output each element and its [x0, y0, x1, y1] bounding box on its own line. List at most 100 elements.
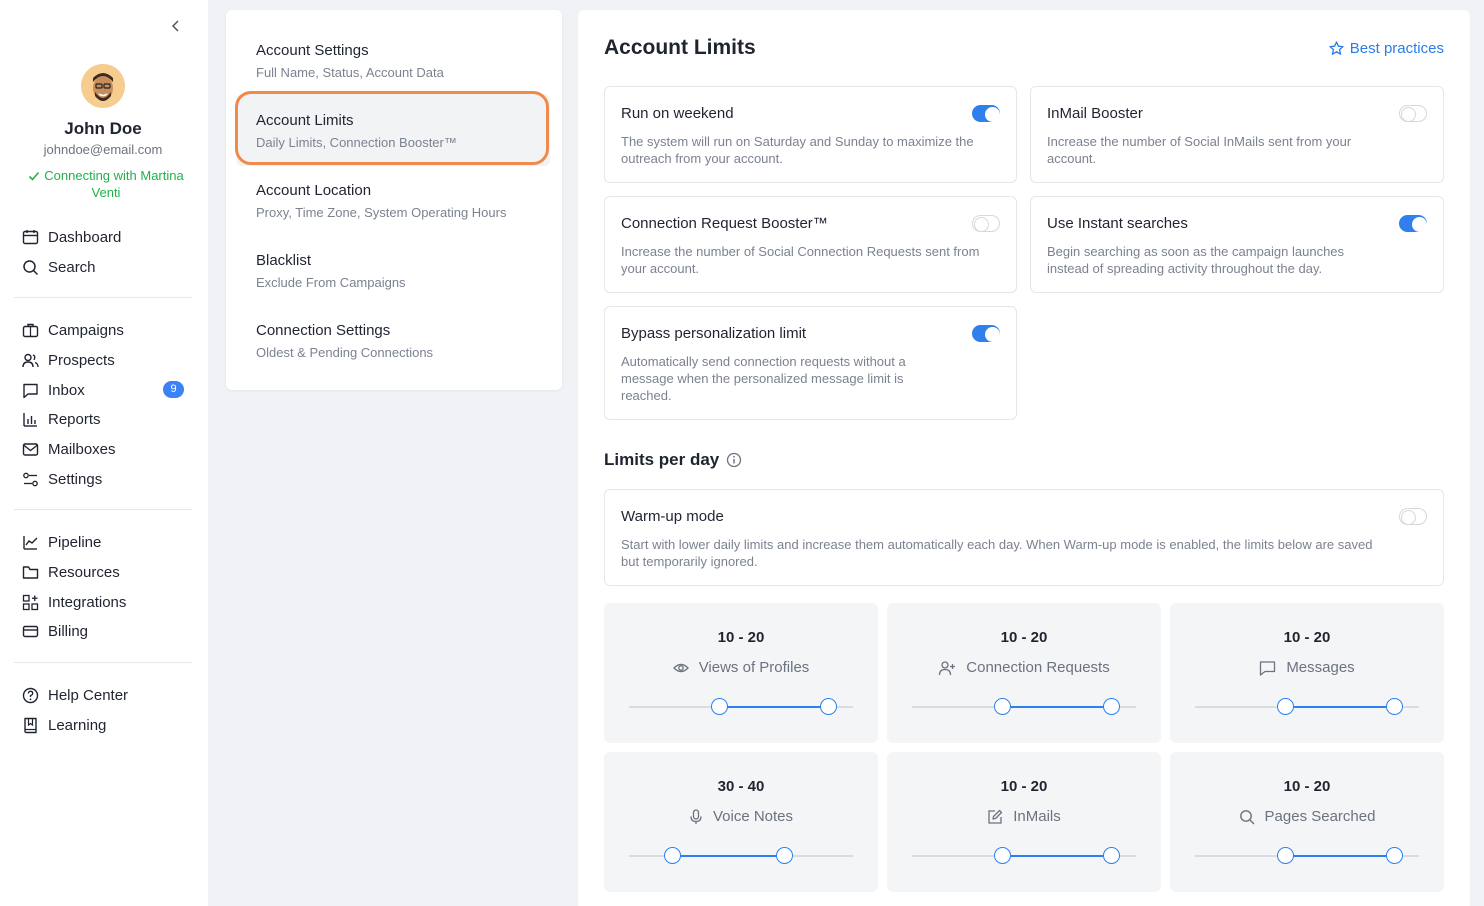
limit-label: Voice Notes — [604, 808, 878, 825]
range-slider-track[interactable] — [912, 847, 1136, 864]
account-limits-panel: Account Limits Best practices Run on wee… — [578, 10, 1470, 906]
info-icon[interactable] — [726, 452, 742, 468]
settings-menu-account-limits[interactable]: Account Limits Daily Limits, Connection … — [256, 112, 457, 150]
sidebar-item-label: Mailboxes — [48, 440, 116, 458]
option-description: Automatically send connection requests w… — [621, 354, 906, 403]
range-slider-track[interactable] — [629, 698, 853, 715]
limit-range: 30 - 40 — [717, 778, 765, 795]
sidebar-item-label: Help Center — [48, 686, 129, 704]
sidebar-item-settings[interactable]: Settings — [22, 468, 188, 490]
option-card-run-on-weekend: Run on weekend The system will run on Sa… — [604, 86, 1017, 183]
menu-item-title: Connection Settings — [256, 322, 391, 339]
inbox-count-badge: 9 — [163, 381, 184, 398]
folder-icon — [22, 565, 39, 579]
range-slider-track[interactable] — [1195, 847, 1419, 864]
option-card-bypass-personalization: Bypass personalization limit Automatical… — [604, 306, 1017, 420]
range-slider-min-handle[interactable] — [993, 847, 1011, 864]
sidebar-item-reports[interactable]: Reports — [22, 408, 188, 430]
avatar[interactable] — [81, 64, 125, 108]
option-title: Bypass personalization limit — [621, 325, 807, 342]
sidebar-item-prospects[interactable]: Prospects — [22, 349, 188, 371]
instant-searches-toggle[interactable] — [1399, 215, 1427, 232]
range-slider-fill — [1001, 855, 1112, 857]
run-on-weekend-toggle[interactable] — [972, 105, 1000, 122]
user-plus-icon — [938, 660, 961, 676]
grid-plus-icon — [22, 594, 39, 610]
sidebar-item-inbox[interactable]: Inbox 9 — [22, 379, 188, 401]
sidebar-item-pipeline[interactable]: Pipeline — [22, 531, 188, 553]
limit-range: 10 - 20 — [1000, 778, 1048, 795]
collapse-sidebar-button[interactable] — [166, 16, 186, 36]
settings-menu-account-settings[interactable]: Account Settings Full Name, Status, Acco… — [256, 42, 444, 80]
bypass-personalization-toggle[interactable] — [972, 325, 1000, 342]
limit-card-inmails: 10 - 20 InMails — [887, 752, 1161, 892]
range-slider-max-handle[interactable] — [1386, 847, 1404, 864]
connection-request-booster-toggle[interactable] — [972, 215, 1000, 232]
sidebar-item-integrations[interactable]: Integrations — [22, 591, 188, 613]
sidebar-item-search[interactable]: Search — [22, 256, 188, 278]
limit-label: Pages Searched — [1170, 808, 1444, 825]
option-card-connection-request-booster: Connection Request Booster™ Increase the… — [604, 196, 1017, 293]
option-description: Start with lower daily limits and increa… — [621, 537, 1373, 569]
range-slider-track[interactable] — [1195, 698, 1419, 715]
star-icon — [1329, 41, 1344, 55]
settings-menu-blacklist[interactable]: Blacklist Exclude From Campaigns — [256, 252, 406, 290]
range-slider-max-handle[interactable] — [820, 698, 838, 715]
sidebar-item-label: Integrations — [48, 593, 127, 611]
sidebar-item-help-center[interactable]: Help Center — [22, 684, 188, 706]
range-slider-min-handle[interactable] — [1276, 698, 1294, 715]
briefcase-icon — [22, 323, 39, 337]
range-slider-min-handle[interactable] — [993, 698, 1011, 715]
eye-icon — [672, 660, 694, 676]
settings-menu-account-location[interactable]: Account Location Proxy, Time Zone, Syste… — [256, 182, 506, 220]
divider — [14, 509, 192, 510]
sliders-icon — [23, 472, 38, 486]
warmup-mode-toggle[interactable] — [1399, 508, 1427, 525]
option-card-instant-searches: Use Instant searches Begin searching as … — [1030, 196, 1444, 293]
sidebar-item-resources[interactable]: Resources — [22, 561, 188, 583]
range-slider-max-handle[interactable] — [775, 847, 793, 864]
chat-icon — [23, 383, 38, 398]
range-slider-max-handle[interactable] — [1103, 698, 1121, 715]
best-practices-link[interactable]: Best practices — [1329, 40, 1444, 57]
menu-item-title: Account Settings — [256, 42, 369, 59]
menu-item-title: Account Limits — [256, 112, 354, 129]
edit-icon — [987, 809, 1008, 825]
settings-menu-connection-settings[interactable]: Connection Settings Oldest & Pending Con… — [256, 322, 433, 360]
menu-item-title: Account Location — [256, 182, 372, 199]
option-title: Run on weekend — [621, 105, 734, 122]
sidebar-item-campaigns[interactable]: Campaigns — [22, 319, 188, 341]
divider — [14, 662, 192, 663]
limit-range: 10 - 20 — [1283, 778, 1331, 795]
option-description: Increase the number of Social InMails se… — [1047, 134, 1352, 166]
limit-label: Connection Requests — [887, 659, 1161, 676]
help-circle-icon — [22, 687, 39, 703]
limits-per-day-heading: Limits per day — [604, 450, 742, 470]
section-title-label: Limits per day — [604, 450, 720, 469]
message-icon — [1259, 660, 1281, 676]
range-slider-min-handle[interactable] — [710, 698, 728, 715]
range-slider-max-handle[interactable] — [1386, 698, 1404, 715]
sidebar-item-dashboard[interactable]: Dashboard — [22, 226, 188, 248]
sidebar-item-billing[interactable]: Billing — [22, 620, 188, 642]
range-slider-max-handle[interactable] — [1103, 847, 1121, 864]
sidebar-item-learning[interactable]: Learning — [22, 714, 188, 736]
sidebar-item-label: Inbox — [48, 381, 85, 399]
option-description: Increase the number of Social Connection… — [621, 244, 980, 276]
limit-card-pages-searched: 10 - 20 Pages Searched — [1170, 752, 1444, 892]
range-slider-track[interactable] — [629, 847, 853, 864]
sidebar-item-mailboxes[interactable]: Mailboxes — [22, 438, 188, 460]
sidebar-item-label: Learning — [48, 716, 107, 734]
range-slider-min-handle[interactable] — [1276, 847, 1294, 864]
user-name: John Doe — [64, 119, 142, 138]
limit-label-text: Pages Searched — [1264, 808, 1376, 825]
inmail-booster-toggle[interactable] — [1399, 105, 1427, 122]
range-slider-track[interactable] — [912, 698, 1136, 715]
range-slider-min-handle[interactable] — [663, 847, 681, 864]
divider — [14, 297, 192, 298]
sidebar-item-label: Billing — [48, 622, 89, 640]
sidebar-item-label: Search — [48, 258, 96, 276]
limit-label: Messages — [1170, 659, 1444, 676]
menu-item-subtitle: Oldest & Pending Connections — [256, 345, 434, 360]
limit-label-text: Views of Profiles — [698, 659, 810, 676]
